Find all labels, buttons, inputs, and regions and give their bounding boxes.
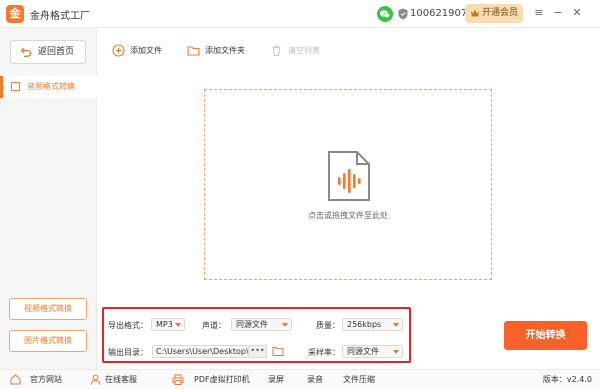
wechat-icon[interactable] [377, 6, 393, 22]
footer-online-service[interactable]: 在线客服 [105, 374, 137, 385]
format-value: MP3 [156, 320, 173, 329]
drop-hint: 点击或拖拽文件至此处 [308, 211, 388, 220]
quality-value: 256kbps [347, 320, 382, 329]
add-file-label: 添加文件 [130, 46, 162, 55]
quality-select[interactable]: 256kbps [342, 318, 403, 331]
browse-button[interactable]: ••• [249, 345, 267, 358]
chevron-down-icon [393, 350, 399, 354]
output-dir-input[interactable]: C:\Users\User\Desktop\ [152, 345, 249, 358]
open-folder-icon[interactable] [272, 345, 284, 357]
back-home-label: 返回首页 [38, 47, 75, 57]
add-folder-label: 添加文件夹 [205, 46, 245, 55]
image-convert-button[interactable]: 图片格式转换 [9, 330, 87, 352]
version-label: 版本：v2.4.0 [542, 375, 592, 384]
close-icon[interactable]: ✕ [570, 6, 584, 20]
app-logo: 金 [6, 5, 24, 23]
footer-file-compress[interactable]: 文件压缩 [343, 374, 375, 385]
customer-service-icon [90, 374, 101, 385]
minimize-icon[interactable]: − [551, 6, 565, 20]
file-drop-zone[interactable]: 点击或拖拽文件至此处 [204, 89, 492, 280]
clear-list-label: 清空列表 [288, 46, 320, 55]
back-home-button[interactable]: 返回首页 [10, 40, 86, 64]
add-folder-button[interactable]: 添加文件夹 [183, 40, 257, 62]
channel-value: 同源文件 [236, 320, 268, 329]
menu-icon[interactable]: ≡ [532, 6, 546, 20]
open-vip-label: 开通会员 [482, 8, 519, 18]
chevron-down-icon [282, 323, 288, 327]
crown-icon [471, 9, 479, 17]
sidebar-item-audio-convert[interactable]: 音频格式转换 [0, 76, 97, 98]
app-title: 金舟格式工厂 [30, 11, 90, 22]
home-icon [10, 374, 21, 385]
user-shield-icon [398, 8, 408, 20]
chevron-down-icon [393, 323, 399, 327]
back-arrow-icon [20, 47, 32, 57]
sample-rate-select[interactable]: 同源文件 [342, 345, 403, 358]
add-file-button[interactable]: 添加文件 [108, 40, 170, 62]
sample-rate-value: 同源文件 [347, 347, 379, 356]
title-bar: 金 金舟格式工厂 1006219079 开通会员 ≡ − ✕ [0, 0, 600, 28]
trash-icon [272, 45, 281, 57]
video-convert-button[interactable]: 视频格式转换 [9, 298, 87, 320]
sidebar-item-label: 音频格式转换 [27, 82, 75, 91]
open-vip-button[interactable]: 开通会员 [465, 4, 523, 23]
format-select[interactable]: MP3 [151, 318, 185, 331]
chevron-down-icon [175, 323, 181, 327]
audio-format-icon [11, 82, 20, 91]
start-convert-button[interactable]: 开始转换 [504, 321, 587, 350]
footer-pdf-printer[interactable]: PDF虚拟打印机 [194, 374, 250, 385]
footer-official-site[interactable]: 官方网站 [30, 374, 62, 385]
footer-bar: 官方网站 在线客服 PDF虚拟打印机 录屏 录音 文件压缩 版本：v2.4.0 [0, 369, 600, 389]
audio-file-icon [328, 151, 370, 201]
channel-select[interactable]: 同源文件 [231, 318, 292, 331]
format-label: 导出格式： [108, 321, 148, 330]
quality-label: 质量： [316, 321, 340, 330]
clear-list-button[interactable]: 清空列表 [266, 40, 330, 62]
printer-icon [172, 374, 184, 385]
folder-icon [187, 46, 200, 56]
sidebar: 返回首页 音频格式转换 视频格式转换 图片格式转换 [0, 28, 97, 370]
output-settings-panel: 导出格式： MP3 声道： 同源文件 质量： 256kbps 输出目录： C:\… [102, 307, 411, 363]
sample-rate-label: 采样率： [308, 348, 340, 357]
channel-label: 声道： [202, 321, 226, 330]
footer-audio-record[interactable]: 录音 [307, 374, 323, 385]
footer-screen-record[interactable]: 录屏 [268, 374, 284, 385]
output-dir-label: 输出目录： [108, 348, 148, 357]
plus-circle-icon [112, 44, 125, 57]
